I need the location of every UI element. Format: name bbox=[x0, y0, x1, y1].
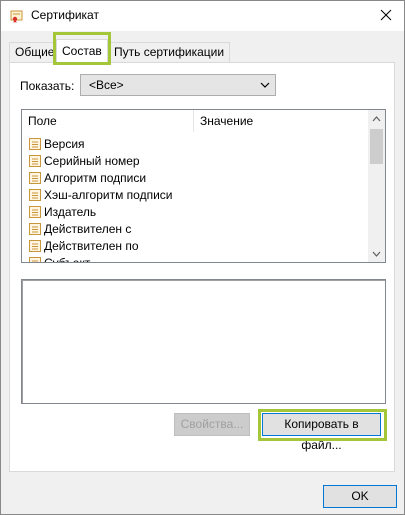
chevron-down-icon bbox=[260, 82, 270, 88]
window-title: Сертификат bbox=[31, 8, 99, 22]
certificate-icon bbox=[10, 10, 23, 23]
field-value-box[interactable] bbox=[21, 279, 386, 404]
details-panel: Показать: <Все> Поле Значение Версия Сери… bbox=[9, 62, 395, 472]
list-header: Поле Значение bbox=[22, 110, 367, 132]
properties-button[interactable]: Свойства... bbox=[174, 413, 250, 436]
title-bar: Сертификат bbox=[1, 1, 404, 31]
tab-certification-path[interactable]: Путь сертификации bbox=[108, 42, 231, 62]
list-item[interactable]: Действителен по bbox=[22, 238, 367, 255]
field-name: Хэш-алгоритм подписи bbox=[44, 188, 173, 202]
field-name: Субъект bbox=[44, 256, 91, 263]
list-scrollbar[interactable] bbox=[368, 110, 385, 262]
list-item[interactable]: Издатель bbox=[22, 204, 367, 221]
list-item[interactable]: Алгоритм подписи bbox=[22, 170, 367, 187]
column-value[interactable]: Значение bbox=[194, 110, 367, 132]
chevron-down-icon bbox=[372, 251, 381, 257]
close-icon bbox=[380, 9, 392, 21]
field-name: Версия bbox=[44, 137, 85, 151]
chevron-up-icon bbox=[372, 115, 381, 121]
field-name: Серийный номер bbox=[44, 154, 140, 168]
show-label: Показать: bbox=[20, 79, 75, 93]
field-name: Алгоритм подписи bbox=[44, 171, 147, 185]
fields-list[interactable]: Поле Значение Версия Серийный номер Алгори… bbox=[21, 109, 386, 263]
field-icon bbox=[29, 138, 41, 150]
column-field[interactable]: Поле bbox=[22, 110, 194, 132]
field-icon bbox=[29, 206, 41, 218]
list-item[interactable]: Версия bbox=[22, 136, 367, 153]
list-item[interactable]: Хэш-алгоритм подписи bbox=[22, 187, 367, 204]
list-item[interactable]: Действителен с bbox=[22, 221, 367, 238]
ok-button[interactable]: OK bbox=[323, 485, 397, 508]
list-rows: Версия Серийный номер Алгоритм подписи Хэш-… bbox=[22, 136, 367, 263]
field-icon bbox=[29, 172, 41, 184]
scroll-thumb[interactable] bbox=[370, 129, 383, 164]
field-icon bbox=[29, 189, 41, 201]
field-name: Издатель bbox=[44, 205, 97, 219]
tab-general[interactable]: Общие bbox=[9, 42, 61, 62]
scroll-up-button[interactable] bbox=[368, 110, 385, 127]
certificate-dialog: Сертификат Общие Состав Путь сертификаци… bbox=[0, 0, 405, 515]
field-icon bbox=[29, 257, 41, 262]
field-icon bbox=[29, 155, 41, 167]
scroll-down-button[interactable] bbox=[368, 245, 385, 262]
show-select-value: <Все> bbox=[89, 78, 124, 92]
copy-to-file-button[interactable]: Копировать в файл... bbox=[262, 413, 381, 452]
field-icon bbox=[29, 240, 41, 252]
tab-details[interactable]: Состав bbox=[56, 39, 108, 64]
field-name: Действителен с bbox=[44, 222, 132, 236]
list-item[interactable]: Серийный номер bbox=[22, 153, 367, 170]
field-name: Действителен по bbox=[44, 239, 139, 253]
list-item[interactable]: Субъект bbox=[22, 255, 367, 263]
close-button[interactable] bbox=[372, 3, 400, 27]
show-select[interactable]: <Все> bbox=[80, 74, 276, 96]
field-icon bbox=[29, 223, 41, 235]
